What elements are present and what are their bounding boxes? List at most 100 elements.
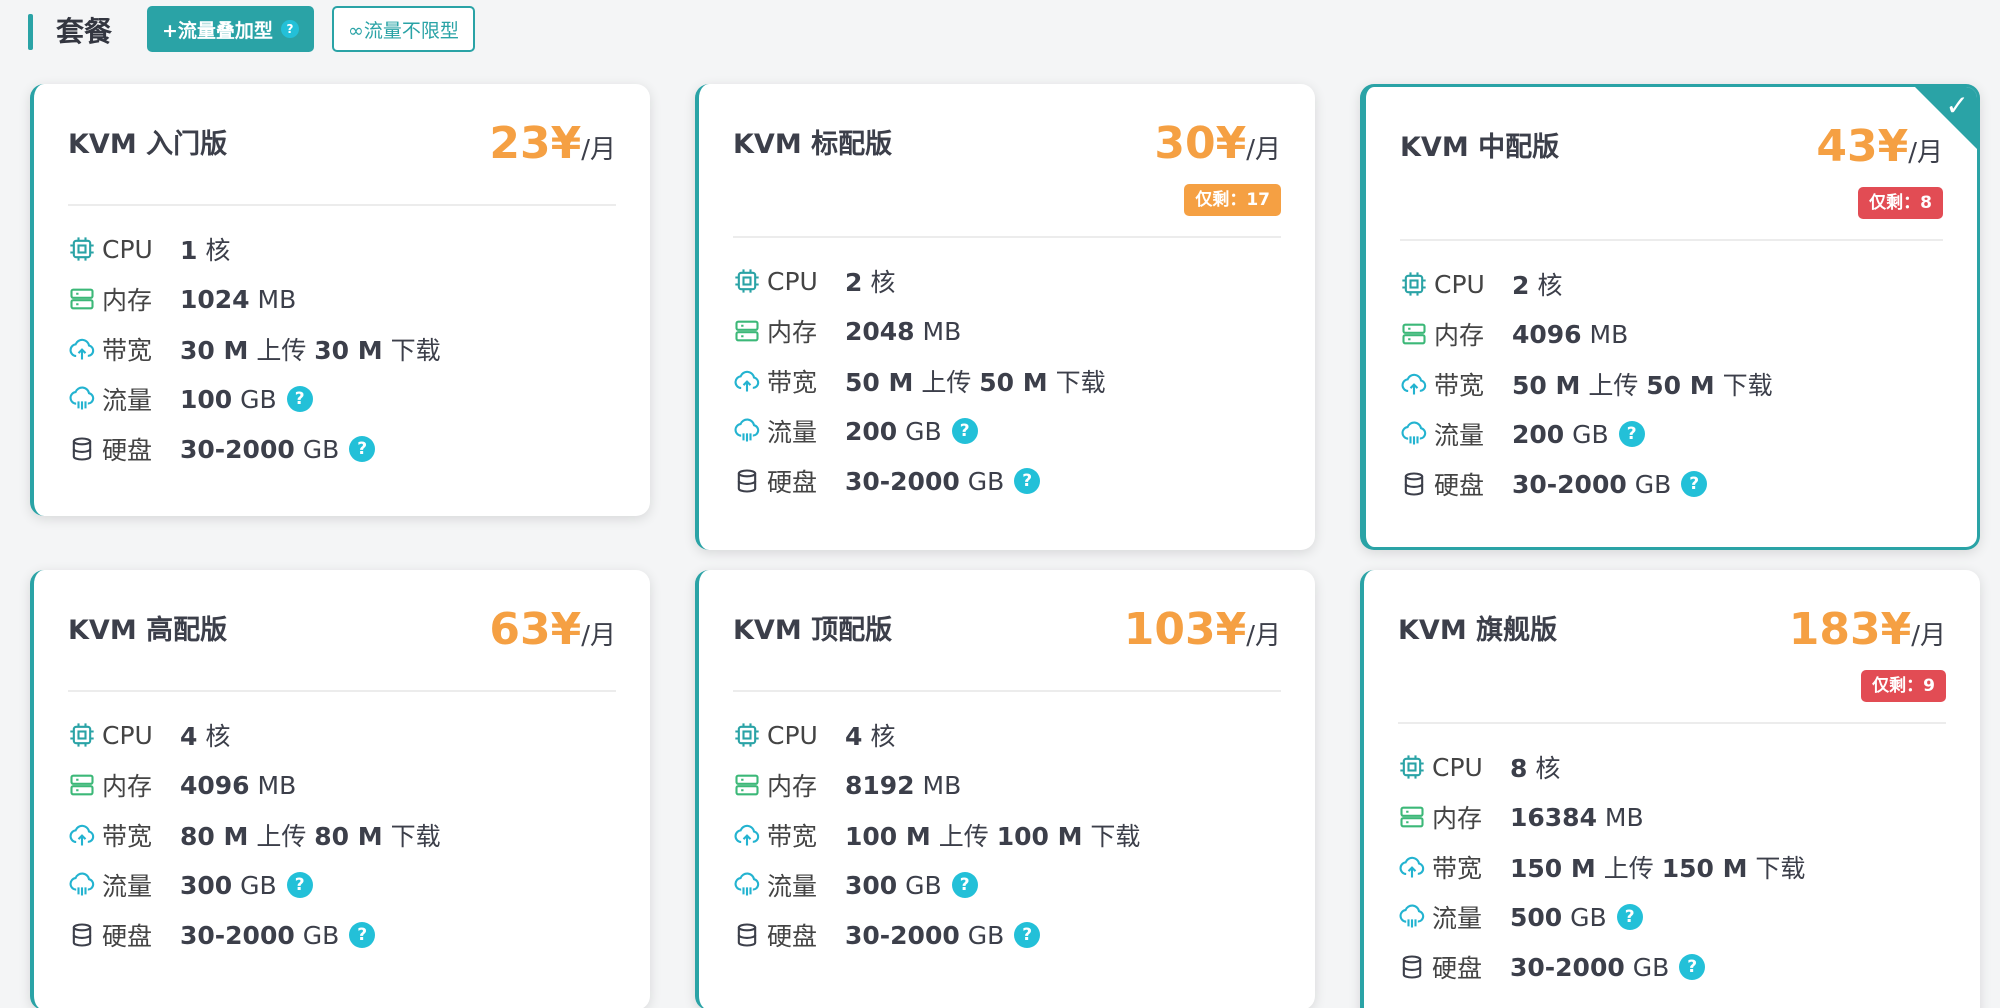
database-icon — [1404, 472, 1424, 496]
traffic-number: 300 — [180, 870, 233, 900]
bandwidth-up: 100 M — [845, 822, 931, 851]
help-icon[interactable]: ? — [1014, 922, 1041, 948]
download-text: 下载 — [382, 822, 441, 851]
bandwidth-value: 30 M 上传 30 M 下载 — [180, 331, 441, 367]
price-amount: 103¥ — [1123, 604, 1247, 655]
plan-price: 63¥/月 — [489, 604, 616, 655]
cpu-number: 8 — [1510, 754, 1528, 783]
bandwidth-up: 50 M — [1512, 371, 1581, 400]
spec-list: CPU 4 核 内存 8192 MB 带宽 100 M 上传 100 M 下载 … — [733, 710, 1281, 960]
spec-row-bandwidth: 带宽 100 M 上传 100 M 下载 — [733, 810, 1281, 860]
cpu-icon — [735, 723, 759, 747]
traffic-value: 300 GB — [845, 871, 942, 900]
plan-card-mid[interactable]: ✓ KVM 中配版 43¥/月 仅剩：8 CPU 2 核 内存 4096 MB … — [1360, 84, 1980, 550]
divider — [1400, 239, 1943, 241]
help-icon[interactable]: ? — [951, 872, 978, 898]
disk-label: 硬盘 — [1432, 954, 1483, 983]
traffic-value: 500 GB — [1510, 903, 1607, 932]
memory-label: 内存 — [1432, 804, 1483, 833]
memory-icon — [735, 774, 759, 796]
help-icon[interactable]: ? — [951, 418, 978, 444]
help-icon[interactable]: ? — [1618, 421, 1645, 447]
memory-unit: MB — [914, 770, 962, 800]
plan-name: KVM 中配版 — [1400, 132, 1560, 163]
page-title: 套餐 — [56, 15, 113, 48]
bandwidth-down: 50 M — [1646, 371, 1715, 400]
price-unit: /月 — [1246, 135, 1281, 165]
price-amount: 23¥ — [489, 118, 582, 169]
memory-number: 16384 — [1510, 802, 1597, 832]
divider — [1398, 722, 1946, 724]
memory-icon — [70, 288, 94, 310]
traffic-unit: GB — [897, 416, 942, 446]
memory-label: 内存 — [1434, 321, 1485, 350]
cpu-icon — [735, 269, 759, 293]
plan-price: 103¥/月 — [1124, 604, 1281, 655]
spec-row-cpu: CPU 4 核 — [68, 710, 616, 760]
memory-value: 4096 MB — [180, 771, 296, 800]
spec-row-cpu: CPU 2 核 — [733, 256, 1281, 306]
disk-value: 30-2000 GB — [845, 921, 1004, 950]
database-icon — [72, 437, 92, 461]
memory-label: 内存 — [102, 286, 153, 315]
plan-name: KVM 入门版 — [68, 129, 228, 160]
help-icon[interactable]: ? — [349, 436, 376, 462]
plan-price: 30¥/月 — [1154, 118, 1281, 169]
cpu-value: 4 核 — [845, 717, 895, 753]
traffic-value: 200 GB — [845, 417, 942, 446]
upload-cloud-icon — [1401, 373, 1427, 395]
spec-row-bandwidth: 带宽 50 M 上传 50 M 下载 — [1400, 359, 1943, 409]
spec-row-cpu: CPU 4 核 — [733, 710, 1281, 760]
bandwidth-value: 50 M 上传 50 M 下载 — [1512, 366, 1773, 402]
upload-text: 上传 — [913, 368, 980, 397]
help-icon[interactable]: ? — [286, 386, 313, 412]
plan-card-high[interactable]: KVM 高配版 63¥/月 CPU 4 核 内存 4096 MB 带宽 80 M… — [30, 570, 650, 1008]
memory-unit: MB — [914, 316, 962, 346]
spec-row-traffic: 流量 500 GB ? — [1398, 892, 1946, 942]
disk-number: 30-2000 — [1510, 952, 1625, 982]
cpu-number: 2 — [845, 268, 863, 297]
spec-row-disk: 硬盘 30-2000 GB ? — [68, 424, 616, 474]
help-icon[interactable]: ? — [286, 872, 313, 898]
help-icon[interactable]: ? — [1679, 954, 1706, 980]
upload-text: 上传 — [930, 822, 997, 851]
traffic-unit: GB — [1564, 419, 1609, 449]
memory-number: 4096 — [180, 770, 250, 800]
unlimited-traffic-filter-button[interactable]: ∞流量不限型 — [332, 6, 475, 52]
download-text: 下载 — [1082, 822, 1141, 851]
memory-icon — [735, 320, 759, 342]
disk-unit: GB — [1624, 952, 1670, 982]
help-icon[interactable]: ? — [280, 20, 299, 38]
memory-value: 1024 MB — [180, 285, 296, 314]
help-icon[interactable]: ? — [1681, 471, 1708, 497]
cpu-unit: 核 — [1529, 271, 1563, 300]
spec-row-cpu: CPU 2 核 — [1400, 259, 1943, 309]
memory-unit: MB — [249, 770, 297, 800]
spec-row-cpu: CPU 8 核 — [1398, 742, 1946, 792]
plan-card-standard[interactable]: KVM 标配版 30¥/月 仅剩：17 CPU 2 核 内存 2048 MB 带… — [695, 84, 1315, 550]
spec-row-memory: 内存 16384 MB — [1398, 792, 1946, 842]
upload-text: 上传 — [1595, 854, 1662, 883]
plan-card-flagship[interactable]: KVM 旗舰版 183¥/月 仅剩：9 CPU 8 核 内存 16384 MB … — [1360, 570, 1980, 1008]
bandwidth-value: 80 M 上传 80 M 下载 — [180, 817, 441, 853]
upload-text: 上传 — [1580, 371, 1647, 400]
spec-row-memory: 内存 4096 MB — [68, 760, 616, 810]
plan-card-top[interactable]: KVM 顶配版 103¥/月 CPU 4 核 内存 8192 MB 带宽 100… — [695, 570, 1315, 1008]
cloud-rain-icon — [734, 872, 760, 896]
cloud-rain-icon — [69, 872, 95, 896]
plan-name: KVM 顶配版 — [733, 615, 893, 646]
help-icon[interactable]: ? — [1014, 468, 1041, 494]
bandwidth-label: 带宽 — [102, 336, 153, 365]
disk-value: 30-2000 GB — [1510, 953, 1669, 982]
bandwidth-up: 50 M — [845, 368, 914, 397]
help-icon[interactable]: ? — [349, 922, 376, 948]
download-text: 下载 — [382, 336, 441, 365]
stock-badge: 仅剩：8 — [1858, 187, 1943, 219]
disk-unit: GB — [959, 920, 1005, 950]
help-icon[interactable]: ? — [1616, 904, 1643, 930]
upload-cloud-icon — [69, 338, 95, 360]
plan-card-entry[interactable]: KVM 入门版 23¥/月 CPU 1 核 内存 1024 MB 带宽 30 M… — [30, 84, 650, 516]
spec-row-disk: 硬盘 30-2000 GB ? — [733, 910, 1281, 960]
cpu-value: 2 核 — [1512, 266, 1562, 302]
traffic-addon-filter-button[interactable]: +流量叠加型 ? — [147, 6, 314, 52]
